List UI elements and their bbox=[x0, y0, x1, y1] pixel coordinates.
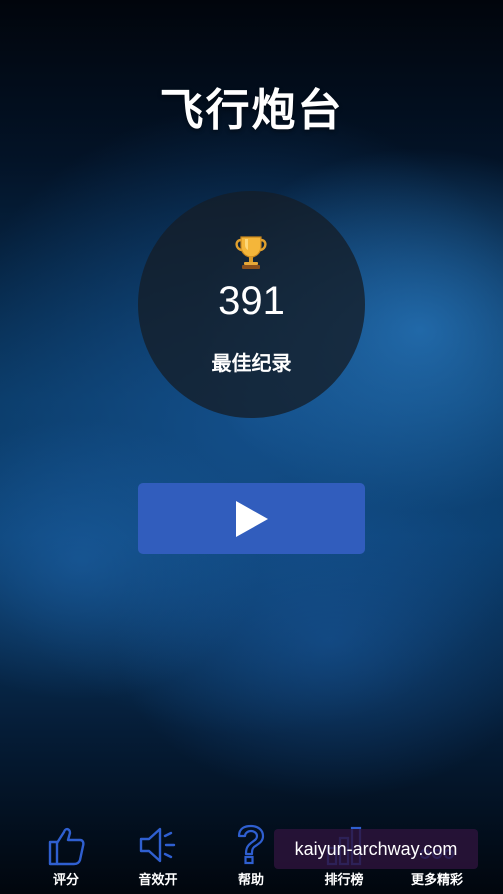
play-button[interactable] bbox=[138, 483, 365, 554]
best-score-value: 391 bbox=[218, 279, 285, 323]
watermark: kaiyun-archway.com bbox=[274, 829, 478, 869]
best-score-label: 最佳纪录 bbox=[211, 351, 292, 375]
thumbs-up-icon bbox=[48, 827, 85, 866]
nav-rate[interactable]: 评分 bbox=[26, 824, 106, 890]
nav-help-label: 帮助 bbox=[237, 873, 264, 888]
nav-leaderboard-label: 排行榜 bbox=[324, 873, 364, 888]
play-icon bbox=[236, 501, 268, 537]
nav-sound[interactable]: 音效开 bbox=[118, 824, 198, 890]
game-title: 飞行炮台 bbox=[159, 85, 344, 136]
nav-more-label: 更多精彩 bbox=[410, 873, 463, 888]
nav-rate-label: 评分 bbox=[52, 873, 79, 888]
trophy-icon bbox=[235, 236, 267, 269]
question-icon bbox=[237, 824, 265, 865]
best-score-panel: 391 最佳纪录 bbox=[138, 191, 365, 418]
game-screen: 飞行炮台 391 最佳纪录 评分 音效开 帮助 排行榜 更多精彩 kaiyun-… bbox=[0, 0, 503, 894]
speaker-icon bbox=[139, 827, 176, 863]
nav-sound-label: 音效开 bbox=[138, 873, 178, 888]
